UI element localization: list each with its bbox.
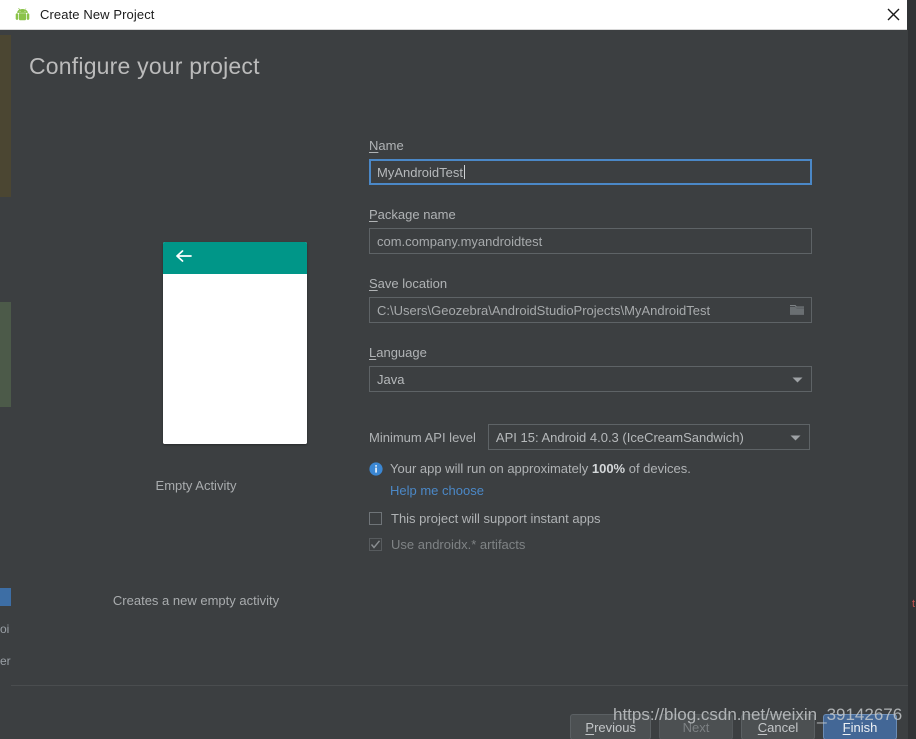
previous-button-mnemonic: P	[585, 719, 595, 735]
coverage-percent: 100%	[591, 461, 626, 476]
device-coverage-info: Your app will run on approximately 100% …	[369, 461, 821, 476]
window-titlebar: Create New Project	[0, 0, 916, 30]
package-name-label-mnemonic: P	[369, 207, 378, 222]
language-select[interactable]: Java	[369, 366, 812, 392]
template-description: Creates a new empty activity	[112, 593, 280, 608]
language-selected-value: Java	[377, 371, 405, 387]
chevron-down-icon	[790, 430, 801, 445]
page-title: Configure your project	[29, 53, 260, 79]
cancel-button[interactable]: Cancel	[741, 714, 815, 739]
preview-content-area	[163, 274, 307, 444]
min-api-row: Minimum API level API 15: Android 4.0.3 …	[369, 424, 821, 450]
save-location-label-mnemonic: S	[369, 276, 378, 291]
min-api-label: Minimum API level	[369, 429, 476, 445]
instant-apps-label: This project will support instant apps	[391, 511, 601, 526]
background-window-sliver-left: oi er	[0, 30, 11, 739]
background-segment-blue	[0, 588, 11, 606]
coverage-text-before: Your app will run on approximately	[390, 461, 592, 476]
previous-button-rest: revious	[594, 719, 636, 735]
dialog-footer: Previous Next Cancel Finish	[562, 714, 897, 739]
dialog-body: Configure your project Empty Activity Cr…	[11, 30, 908, 739]
footer-separator	[11, 685, 908, 686]
finish-button[interactable]: Finish	[823, 714, 897, 739]
create-new-project-window: oi er t Create New Project Configure you…	[0, 0, 916, 739]
name-label-mnemonic: N	[369, 138, 379, 153]
save-location-value: C:\Users\Geozebra\AndroidStudioProjects\…	[377, 302, 711, 318]
package-name-label-rest: ackage name	[377, 207, 456, 222]
help-me-choose-link[interactable]: Help me choose	[390, 483, 484, 498]
save-location-input[interactable]: C:\Users\Geozebra\AndroidStudioProjects\…	[369, 297, 812, 323]
save-location-label: Save location	[369, 276, 821, 291]
language-label-rest: anguage	[376, 345, 427, 360]
next-button: Next	[659, 714, 733, 739]
titlebar-right-strip	[907, 0, 916, 30]
name-input-value: MyAndroidTest	[377, 164, 463, 180]
package-name-label: Package name	[369, 207, 821, 222]
name-label-rest: ame	[378, 138, 404, 153]
min-api-select[interactable]: API 15: Android 4.0.3 (IceCreamSandwich)	[487, 424, 810, 450]
text-caret	[463, 165, 465, 179]
cancel-button-rest: ancel	[767, 719, 799, 735]
back-arrow-icon	[175, 249, 192, 268]
save-location-label-rest: ave location	[377, 276, 448, 291]
instant-apps-row[interactable]: This project will support instant apps	[369, 511, 821, 526]
background-right-marker: t	[911, 598, 915, 610]
finish-button-mnemonic: F	[842, 719, 851, 735]
save-location-row: C:\Users\Geozebra\AndroidStudioProjects\…	[369, 297, 812, 323]
device-coverage-text: Your app will run on approximately 100% …	[390, 461, 691, 476]
background-segment-olive	[0, 35, 11, 197]
name-label: Name	[369, 138, 821, 153]
activity-preview-image	[163, 242, 307, 444]
window-title: Create New Project	[40, 7, 155, 22]
androidx-row: Use androidx.* artifacts	[369, 537, 821, 552]
android-robot-icon	[14, 7, 31, 22]
name-input[interactable]: MyAndroidTest	[369, 159, 812, 185]
background-segment-green	[0, 302, 11, 407]
previous-button[interactable]: Previous	[570, 714, 651, 739]
finish-button-rest: inish	[850, 719, 878, 735]
androidx-checkbox	[369, 538, 382, 551]
androidx-label: Use androidx.* artifacts	[391, 537, 526, 552]
background-text-fragment-1: oi	[0, 622, 10, 636]
chevron-down-icon	[792, 372, 803, 387]
language-label: Language	[369, 345, 821, 360]
min-api-selected-value: API 15: Android 4.0.3 (IceCreamSandwich)	[495, 429, 744, 445]
package-name-value: com.company.myandroidtest	[377, 233, 543, 249]
coverage-text-after: of devices.	[625, 461, 691, 476]
background-text-fragment-2: er	[0, 654, 11, 668]
template-name: Empty Activity	[155, 478, 237, 493]
folder-browse-icon[interactable]	[789, 304, 805, 317]
instant-apps-checkbox[interactable]	[369, 512, 382, 525]
cancel-button-mnemonic: C	[757, 719, 768, 735]
background-window-sliver-right: t	[908, 30, 916, 739]
help-link-row: Help me choose	[369, 482, 821, 500]
package-name-input[interactable]: com.company.myandroidtest	[369, 228, 812, 254]
preview-appbar	[163, 242, 307, 274]
info-icon	[369, 461, 383, 476]
project-config-form: Name MyAndroidTest Package name com.comp…	[369, 138, 821, 552]
